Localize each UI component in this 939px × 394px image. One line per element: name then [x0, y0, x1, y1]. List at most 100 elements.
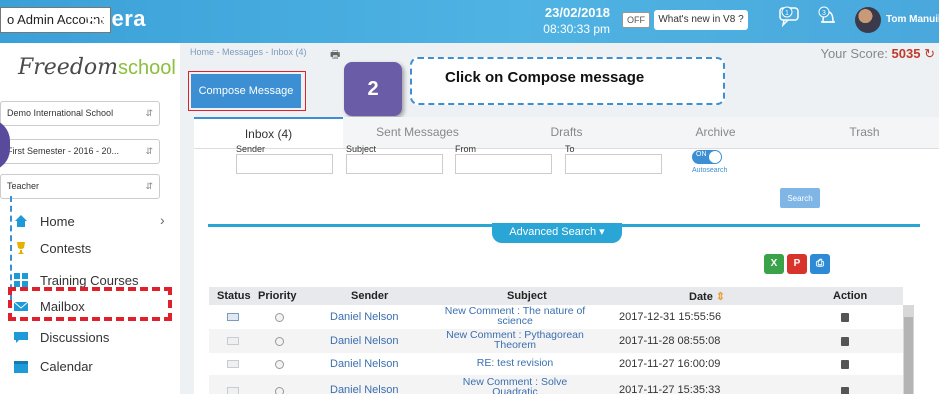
row-sender[interactable]: Daniel Nelson [330, 335, 398, 347]
col-action[interactable]: Action [833, 290, 867, 302]
select-caret-icon: ⇵ [145, 108, 153, 118]
tab-inbox[interactable]: Inbox (4) [194, 117, 343, 148]
envelope-icon [227, 360, 239, 368]
priority-radio[interactable] [275, 337, 284, 346]
col-date[interactable]: Date ⇕ [689, 290, 725, 303]
from-filter-label: From [455, 144, 476, 154]
sort-icon: ⇕ [712, 291, 726, 303]
sidebar-item-discussions[interactable]: Discussions [14, 325, 109, 349]
row-date: 2017-11-27 15:35:33 [619, 384, 721, 394]
select-caret-icon: ⇵ [145, 181, 153, 191]
select-caret-icon: ⇵ [145, 146, 153, 156]
avatar[interactable] [855, 7, 881, 33]
autosearch-toggle[interactable]: ON [692, 150, 722, 164]
sidebar-item-calendar[interactable]: Calendar [14, 354, 93, 378]
row-sender[interactable]: Daniel Nelson [330, 384, 398, 394]
row-sender[interactable]: Daniel Nelson [330, 358, 398, 370]
v8-toggle[interactable]: OFF [622, 12, 650, 28]
envelope-icon [14, 301, 28, 311]
step-badge: 2 [344, 62, 402, 116]
priority-radio[interactable] [275, 360, 284, 369]
subject-filter-input[interactable] [346, 154, 443, 174]
school-logo[interactable]: Freedomschool [18, 55, 176, 80]
tab-archive[interactable]: Archive [641, 117, 790, 148]
col-status[interactable]: Status [217, 290, 251, 302]
semester-select-text: First Semester - 2016 - 20... [7, 146, 120, 156]
table-row[interactable]: Daniel Nelson New Comment : Solve Quadra… [209, 375, 903, 394]
home-icon [15, 215, 27, 227]
score-icon: ↻ [924, 46, 935, 61]
sidebar-item-label: Contests [40, 240, 92, 256]
compose-message-button[interactable]: Compose Message [191, 74, 301, 108]
score-display: Your Score: 5035 ↻ [820, 46, 935, 62]
sidebar-item-home[interactable]: Home [14, 209, 75, 233]
row-date: 2017-12-31 15:55:56 [619, 311, 722, 323]
print-icon[interactable]: 🖶 [330, 46, 340, 65]
current-time: 08:30:33 pm [543, 22, 610, 36]
col-sender[interactable]: Sender [351, 290, 388, 302]
export-excel-icon[interactable]: X [764, 254, 784, 274]
score-label: Your Score: [820, 46, 888, 61]
sidebar-item-contests[interactable]: Contests [14, 236, 91, 260]
sender-filter-input[interactable] [236, 154, 333, 174]
calendar-icon [14, 361, 28, 373]
breadcrumb[interactable]: Home - Messages - Inbox (4) [190, 47, 307, 57]
username[interactable]: Tom Manuil [886, 14, 939, 25]
tab-trash[interactable]: Trash [790, 117, 939, 148]
priority-radio[interactable] [275, 387, 284, 394]
sidebar-item-mailbox[interactable]: Mailbox [14, 294, 85, 318]
tutorial-dashed-line [10, 196, 12, 300]
table-row[interactable]: Daniel Nelson New Comment : The nature o… [209, 305, 903, 329]
trophy-icon [17, 242, 25, 254]
envelope-icon [227, 337, 239, 345]
row-subject[interactable]: RE: test revision [441, 358, 589, 369]
envelope-icon [227, 387, 239, 394]
datetime: 23/02/2018 08:30:33 pm [500, 5, 610, 37]
sidebar-item-label: Discussions [40, 329, 110, 345]
sidebar-item-label: Calendar [40, 358, 93, 374]
semester-select-display[interactable]: First Semester - 2016 - 20... ⇵ [0, 139, 160, 164]
grid-icon [14, 273, 28, 287]
table-header: Status Priority Sender Subject Date ⇕ Ac… [209, 287, 903, 305]
advanced-search-toggle[interactable]: Advanced Search ▾ [492, 223, 622, 243]
col-date-label: Date [689, 291, 713, 303]
chat-count: 1 [785, 10, 789, 17]
delete-icon[interactable] [841, 387, 849, 394]
compose-highlight: Compose Message [188, 71, 306, 111]
bell-icon[interactable]: 3 [815, 6, 841, 28]
top-bar: o Admin Account ssera 23/02/2018 08:30:3… [0, 0, 939, 43]
table-scrollbar[interactable] [903, 305, 914, 394]
to-filter-label: To [565, 144, 575, 154]
chat-icon [14, 332, 28, 343]
table-row[interactable]: Daniel Nelson New Comment : Pythagorean … [209, 329, 903, 353]
role-select-text: Teacher [7, 181, 40, 191]
chat-icon[interactable]: 1 [778, 6, 804, 28]
row-date: 2017-11-27 16:00:09 [619, 358, 721, 370]
delete-icon[interactable] [841, 313, 849, 322]
row-subject[interactable]: New Comment : Solve Quadratic [441, 377, 589, 394]
col-priority[interactable]: Priority [258, 290, 297, 302]
bell-count: 3 [822, 10, 826, 17]
row-subject[interactable]: New Comment : The nature of science [441, 306, 589, 327]
priority-radio[interactable] [275, 313, 284, 322]
row-sender[interactable]: Daniel Nelson [330, 311, 398, 323]
col-subject[interactable]: Subject [507, 290, 547, 302]
school-select-display[interactable]: Demo International School ⇵ [0, 101, 160, 126]
current-date: 23/02/2018 [544, 5, 610, 20]
toggle-on-label: ON [696, 151, 707, 158]
school-select-text: Demo International School [7, 108, 114, 118]
row-subject[interactable]: New Comment : Pythagorean Theorem [441, 330, 589, 351]
chevron-right-icon: › [160, 212, 165, 228]
whats-new-button[interactable]: What's new in V8 ? [654, 10, 748, 30]
role-select-display[interactable]: Teacher ⇵ [0, 174, 160, 199]
from-date-input[interactable] [455, 154, 552, 174]
table-row[interactable]: Daniel Nelson RE: test revision 2017-11-… [209, 353, 903, 375]
search-button[interactable]: Search [780, 188, 820, 208]
export-pdf-icon[interactable]: P [787, 254, 807, 274]
to-date-input[interactable] [565, 154, 662, 174]
delete-icon[interactable] [841, 360, 849, 369]
print-table-icon[interactable]: ⎙ [810, 254, 830, 274]
toggle-knob [709, 151, 721, 163]
delete-icon[interactable] [841, 337, 849, 346]
scrollbar-thumb[interactable] [904, 317, 913, 394]
